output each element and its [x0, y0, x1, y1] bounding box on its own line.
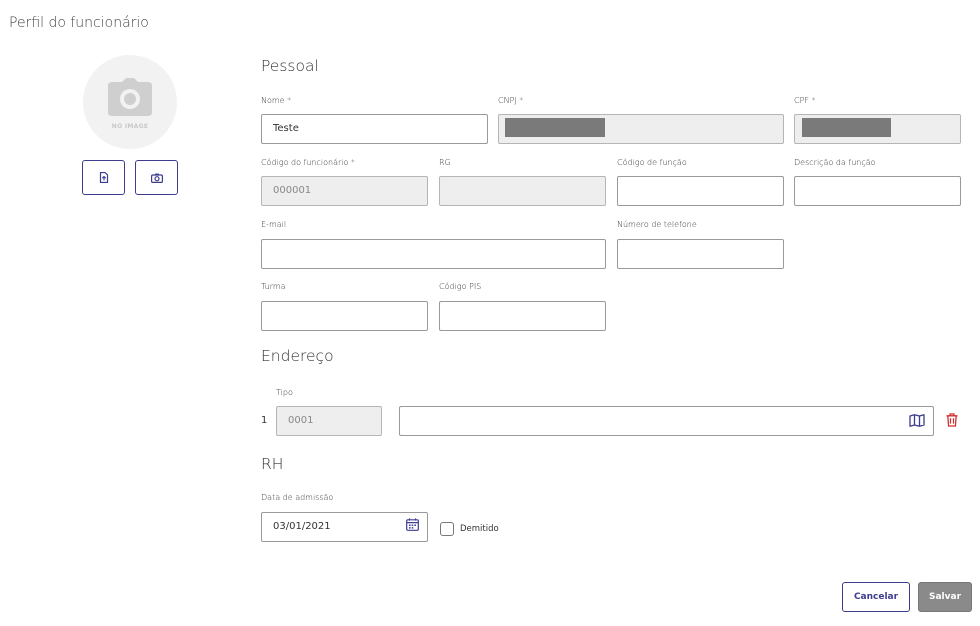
pis-code-label: Código PIS — [439, 282, 482, 291]
upload-file-icon — [99, 172, 108, 183]
employee-code-label: Código do funcionário * — [261, 158, 355, 167]
address-input[interactable] — [399, 406, 934, 436]
cancel-button[interactable]: Cancelar — [842, 582, 910, 612]
function-description-input[interactable] — [794, 176, 961, 206]
trash-icon[interactable] — [946, 413, 958, 427]
dismissed-checkbox[interactable] — [440, 522, 454, 536]
section-hr-title: RH — [261, 455, 284, 473]
no-image-text: NO IMAGE — [111, 123, 149, 130]
cnpj-label: CNPJ * — [498, 96, 524, 105]
dismissed-label: Demitido — [460, 524, 499, 534]
calendar-icon[interactable] — [406, 518, 419, 531]
email-input[interactable] — [261, 239, 606, 269]
map-icon[interactable] — [909, 414, 925, 427]
phone-label: Número de telefone — [617, 220, 697, 229]
cnpj-redacted-value — [505, 118, 605, 137]
function-code-input[interactable] — [617, 176, 784, 206]
pis-code-input[interactable] — [439, 301, 606, 331]
phone-input[interactable] — [617, 239, 784, 269]
save-button[interactable]: Salvar — [918, 582, 972, 612]
capture-photo-icon — [150, 173, 163, 183]
rg-input — [439, 176, 606, 206]
class-input[interactable] — [261, 301, 428, 331]
page-title: Perfil do funcionário — [9, 15, 149, 31]
cpf-redacted-value — [802, 118, 891, 137]
camera-icon — [108, 78, 152, 116]
name-input[interactable]: Teste — [261, 114, 488, 144]
rg-label: RG — [439, 158, 451, 167]
admission-date-input[interactable]: 03/01/2021 — [261, 512, 428, 542]
cpf-label: CPF * — [794, 96, 816, 105]
address-row-index: 1 — [261, 415, 268, 426]
email-label: E-mail — [261, 220, 287, 229]
section-address-title: Endereço — [261, 347, 334, 365]
employee-code-input: 000001 — [261, 176, 428, 206]
address-type-label: Tipo — [276, 388, 293, 397]
name-label: Nome * — [261, 96, 292, 105]
class-label: Turma — [261, 282, 286, 291]
function-description-label: Descrição da função — [794, 158, 876, 167]
section-personal-title: Pessoal — [261, 57, 319, 75]
take-photo-button[interactable] — [135, 160, 178, 195]
avatar: NO IMAGE — [83, 55, 177, 149]
address-type-input: 0001 — [276, 406, 382, 436]
admission-date-label: Data de admissão — [261, 493, 334, 502]
upload-photo-button[interactable] — [82, 160, 125, 195]
function-code-label: Código de função — [617, 158, 687, 167]
